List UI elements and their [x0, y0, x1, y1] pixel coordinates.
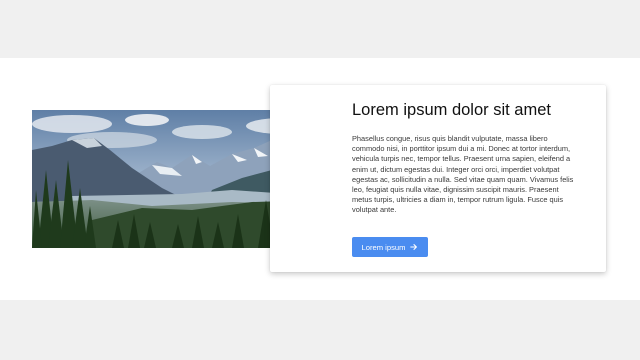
card-title: Lorem ipsum dolor sit amet: [352, 101, 551, 119]
card-body-text: Phasellus congue, risus quis blandit vul…: [352, 134, 574, 215]
lorem-ipsum-button[interactable]: Lorem ipsum: [352, 237, 428, 257]
button-label: Lorem ipsum: [361, 242, 406, 252]
arrow-right-icon: [410, 243, 418, 251]
content-card: Lorem ipsum dolor sit amet Phasellus con…: [270, 85, 606, 272]
